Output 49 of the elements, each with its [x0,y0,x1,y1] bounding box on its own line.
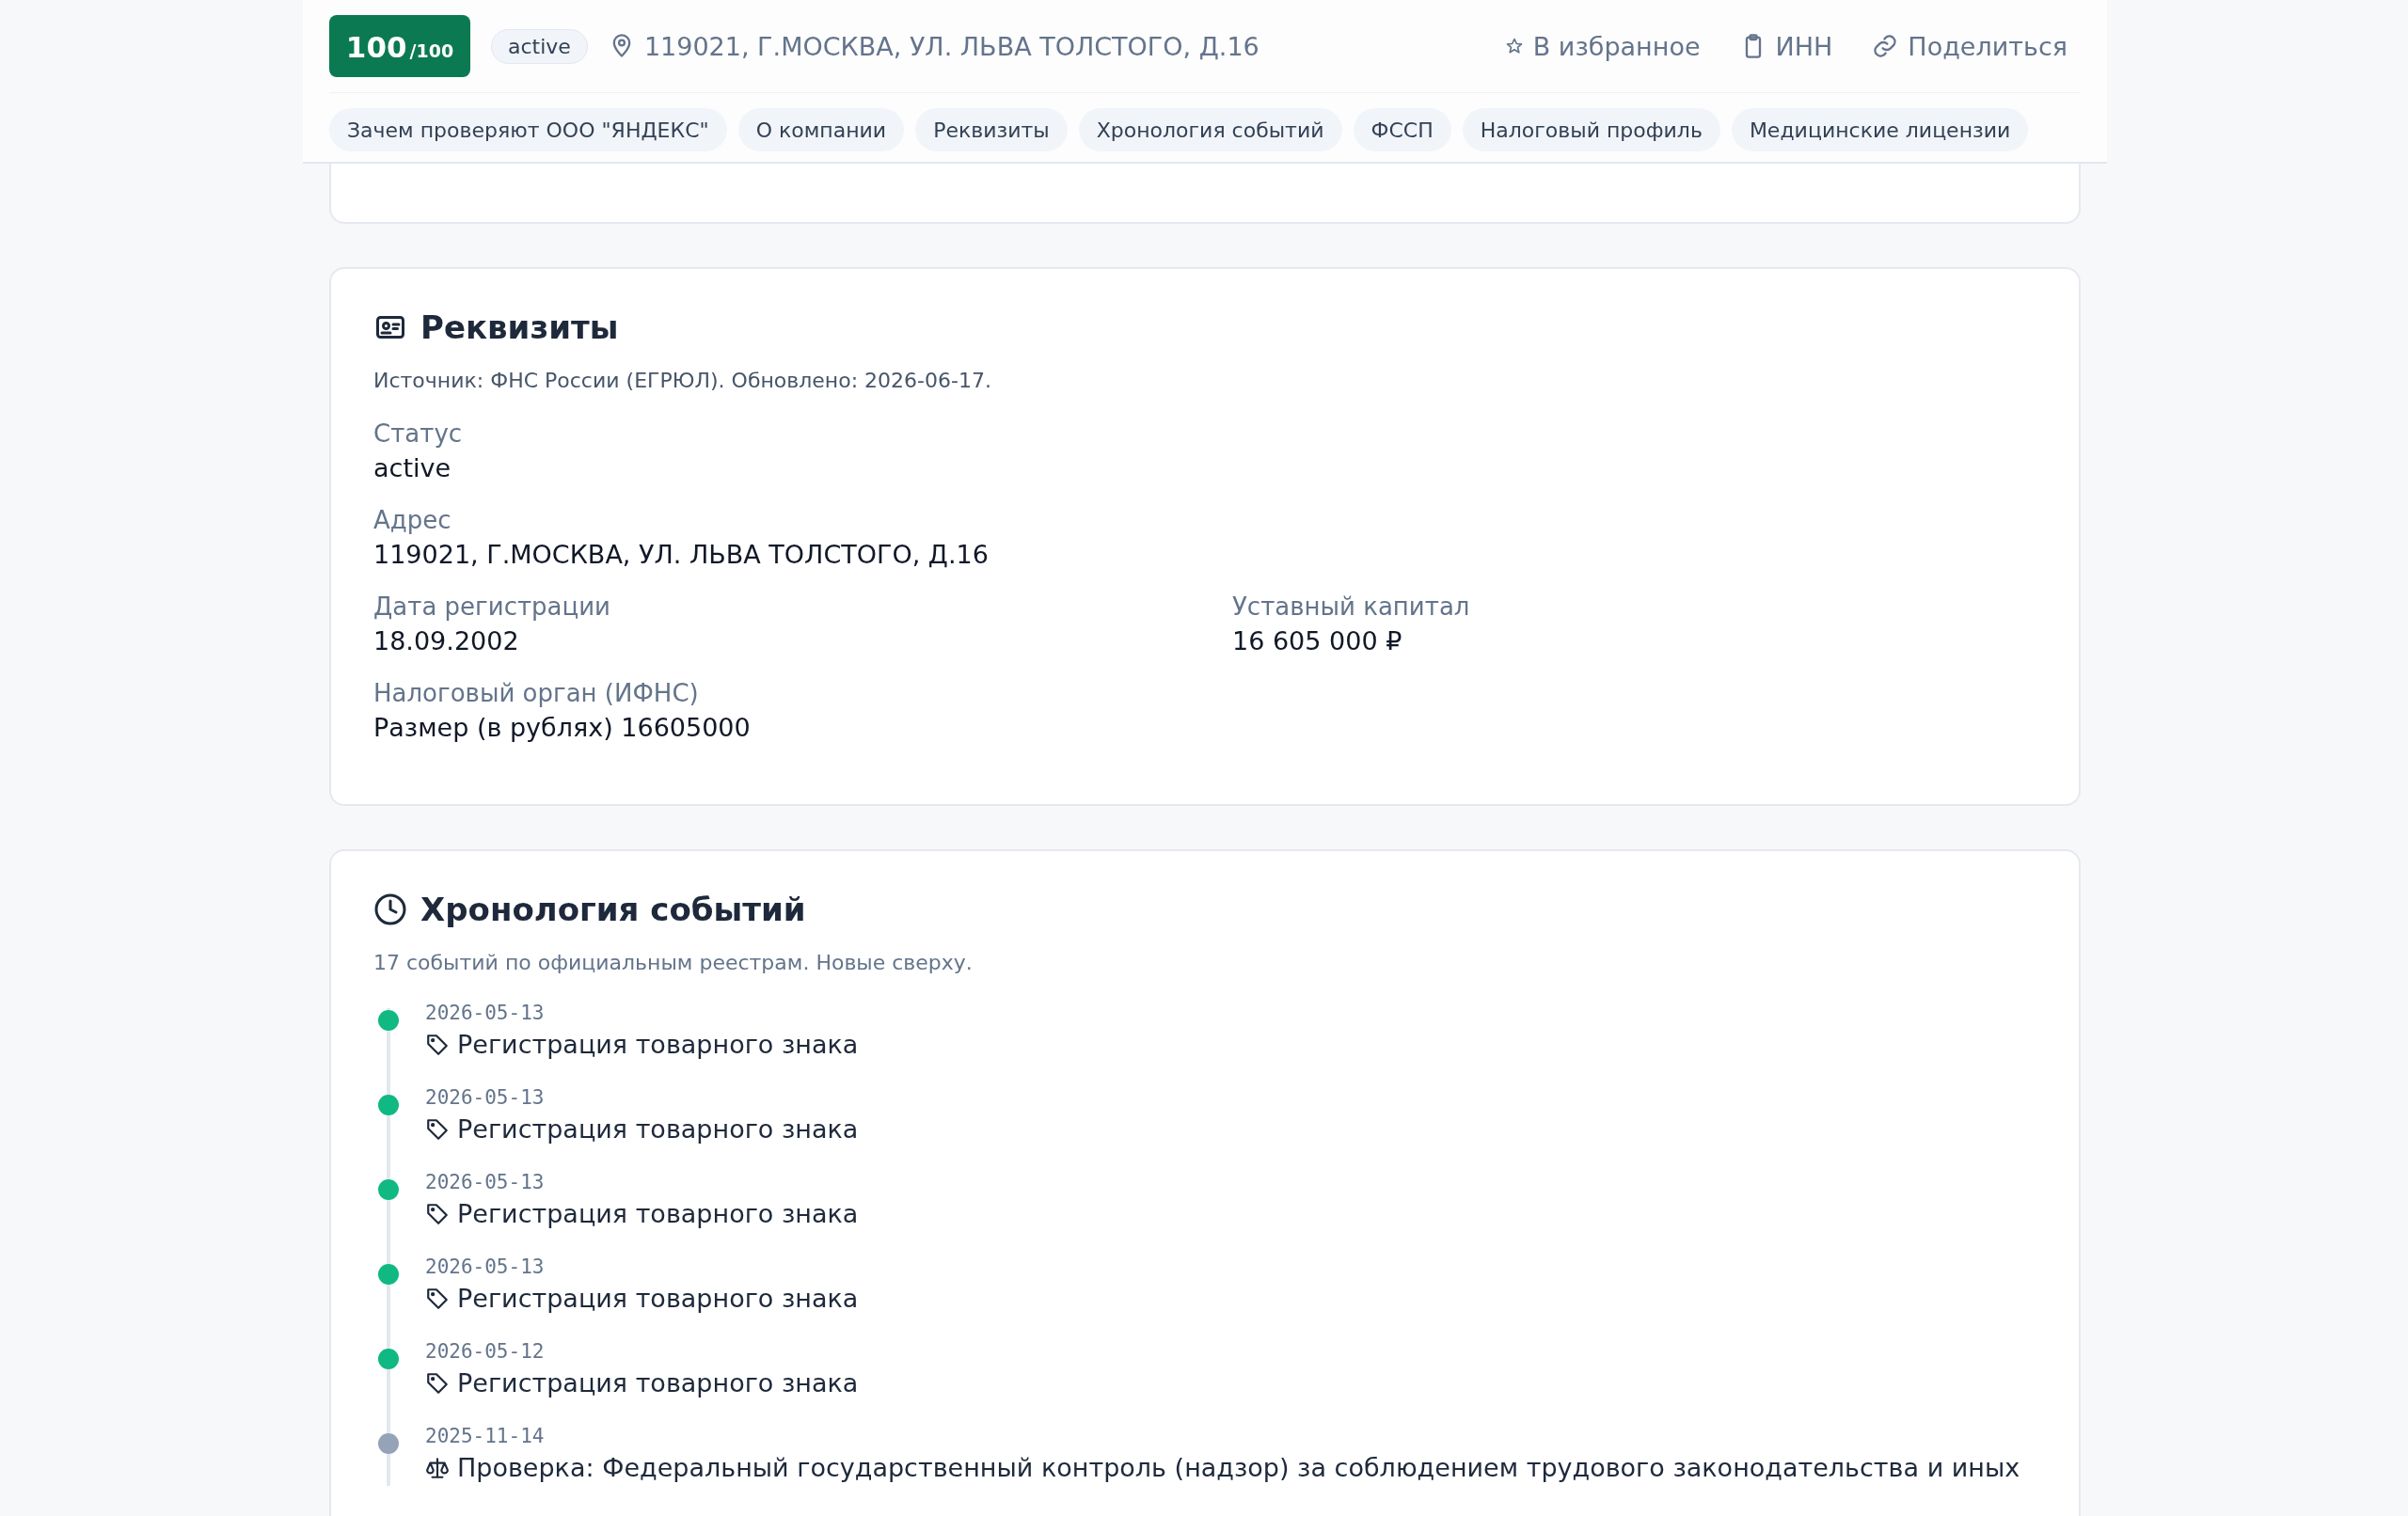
nav-chip[interactable]: Медицинские лицензии [1731,108,2029,151]
field-label: Статус [373,418,464,450]
field-value: 16 605 000 ₽ [1232,625,1403,657]
score-value: 100 [345,30,407,64]
score-max: /100 [409,40,454,61]
event-date: 2026-05-13 [425,1170,546,1195]
nav-chip[interactable]: ФССП [1353,108,1451,151]
field-label: Дата регистрации [373,592,611,623]
nav-chip[interactable]: Хронология событий [1078,108,1342,151]
star-button[interactable]: В избранное [1504,31,1701,61]
source-note: Источник: ФНС России (ЕГРЮЛ). Обновлено: 2026-06-17. [373,369,992,392]
nav-chip[interactable]: Реквизиты [915,108,1068,151]
timeline-subtitle: 17 событий по официальным реестрам. Новые сверху. [373,951,974,974]
event-date: 2026-05-13 [425,1001,546,1026]
link-button[interactable]: Поделиться [1872,31,2067,61]
event-date: 2026-05-13 [425,1255,546,1280]
tag-icon [425,1117,450,1142]
tag-icon [425,1033,450,1057]
event-text: Регистрация товарного знака [457,1367,859,1399]
event-text: Проверка: Федеральный государственный контроль (надзор) за соблюдением трудового законодательства и иных [457,1452,2020,1484]
field-value: active [373,452,452,484]
event-text: Регистрация товарного знака [457,1029,859,1061]
section-title: Хронология событий [420,891,806,928]
section-title: Реквизиты [420,308,619,346]
nav-chip[interactable]: Налоговый профиль [1462,108,1720,151]
nav-chip[interactable]: Зачем проверяют ООО "ЯНДЕКС" [329,108,727,151]
tag-icon [425,1202,450,1226]
field-value: Размер (в рублях) 16605000 [373,712,752,744]
clipboard-button[interactable]: ИНН [1739,31,1833,61]
event-text: Регистрация товарного знака [457,1113,859,1145]
event-date: 2026-05-13 [425,1085,546,1111]
scales-icon [425,1456,450,1480]
event-text: Регистрация товарного знака [457,1198,859,1230]
event-date: 2026-05-12 [425,1339,546,1365]
field-value: 119021, Г.МОСКВА, УЛ. ЛЬВА ТОЛСТОГО, Д.16 [373,539,990,571]
nav-chip[interactable]: О компании [737,108,905,151]
tag-icon [425,1371,450,1396]
address-text: 119021, Г.МОСКВА, УЛ. ЛЬВА ТОЛСТОГО, Д.16 [643,31,1259,61]
link-icon [1872,33,1899,59]
clock-icon [373,892,407,926]
field-label: Адрес [373,505,452,536]
event-date: 2025-11-14 [425,1424,546,1449]
star-icon [1504,37,1524,55]
field-label: Налоговый орган (ИФНС) [373,678,700,709]
tag-icon [425,1287,450,1311]
field-label: Уставный капитал [1232,592,1471,623]
field-value: 18.09.2002 [373,625,520,657]
event-text: Регистрация товарного знака [457,1283,859,1315]
status-badge: active [491,28,588,64]
